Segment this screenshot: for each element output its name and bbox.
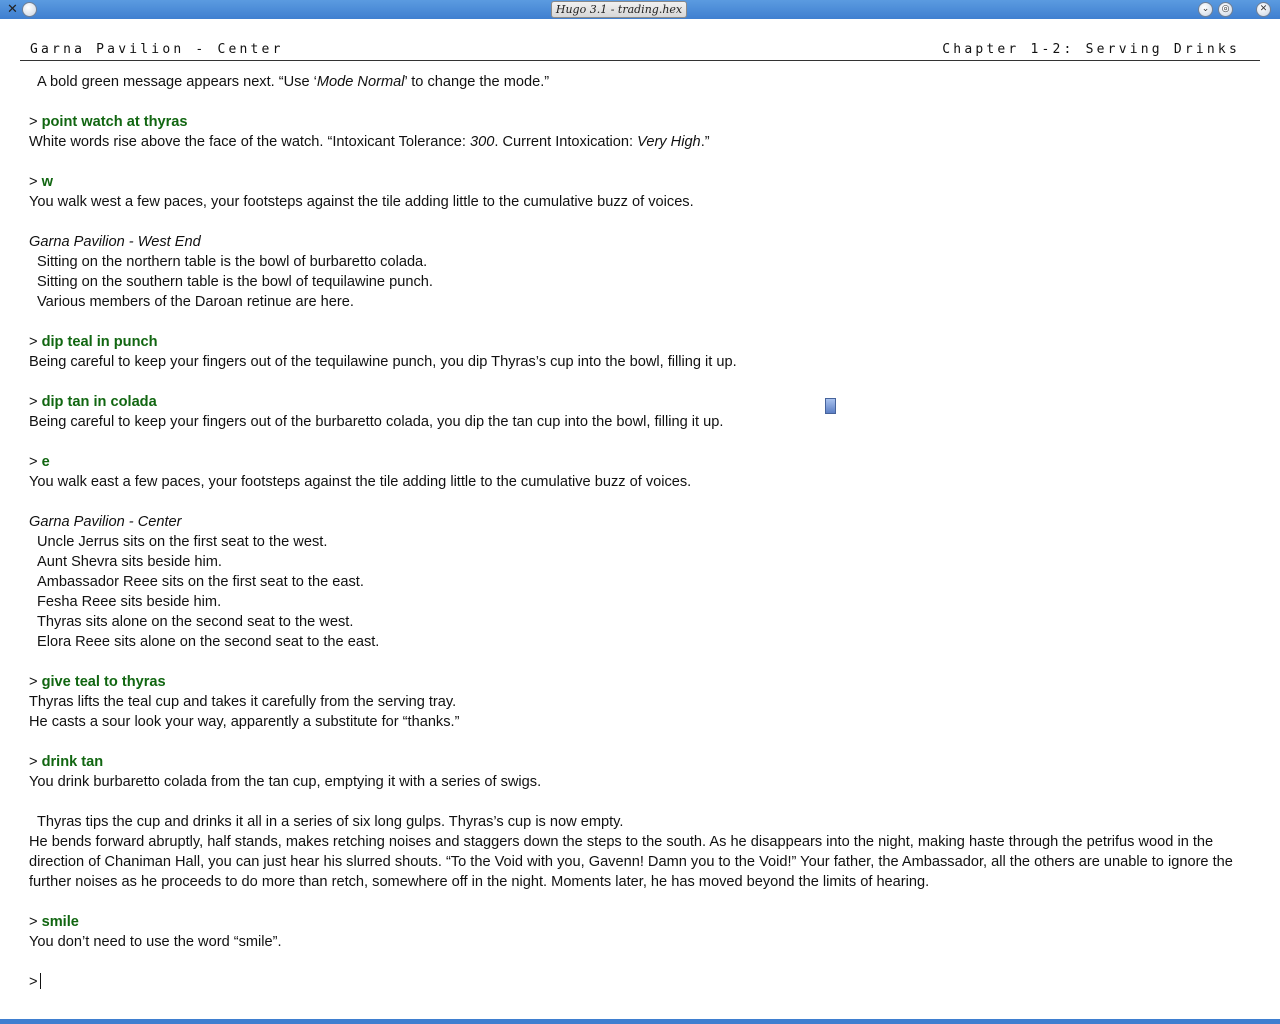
story-text: Thyras tips the cup and drinks it all in… — [37, 814, 624, 830]
story-text: Elora Reee sits alone on the second seat… — [37, 634, 380, 650]
story-text: Ambassador Reee sits on the first seat t… — [37, 574, 364, 590]
maximize-button[interactable]: ◎ — [1218, 2, 1233, 17]
story-text: Being careful to keep your fingers out o… — [29, 414, 724, 430]
status-line: Garna Pavilion - Center Chapter 1-2: Ser… — [30, 42, 1240, 60]
player-command: > drink tan — [29, 752, 1259, 772]
player-command: > give teal to thyras — [29, 672, 1259, 692]
story-text: You walk east a few paces, your footstep… — [29, 474, 692, 490]
command-text: e — [41, 454, 50, 470]
command-text: dip tan in colada — [41, 394, 157, 410]
prompt-symbol: > — [29, 914, 42, 930]
story-text: Being careful to keep your fingers out o… — [29, 354, 737, 370]
story-text: Various members of the Daroan retinue ar… — [37, 294, 354, 310]
bottom-bar — [0, 1019, 1280, 1024]
command-text: give teal to thyras — [41, 674, 166, 690]
chevron-down-icon: ⌄ — [1201, 4, 1210, 14]
command-text: point watch at thyras — [41, 114, 188, 130]
window-icon[interactable] — [825, 398, 836, 414]
story-text: White words rise above the face of the w… — [29, 134, 710, 150]
status-chapter: Chapter 1-2: Serving Drinks — [942, 42, 1240, 57]
minimize-button[interactable]: ⌄ — [1198, 2, 1213, 17]
prompt-symbol: > — [29, 674, 42, 690]
status-location: Garna Pavilion - Center — [30, 42, 284, 57]
prompt-symbol: > — [29, 454, 42, 470]
prompt-symbol: > — [29, 974, 38, 990]
player-command: > dip tan in colada — [29, 392, 1259, 412]
story-text: You don’t need to use the word “smile”. — [29, 934, 282, 950]
prompt-symbol: > — [29, 114, 42, 130]
window-title: Hugo 3.1 - trading.hex — [551, 1, 687, 18]
command-input[interactable]: > — [29, 972, 1259, 992]
x-menu-icon[interactable]: ✕ — [5, 2, 20, 17]
story-text: You walk west a few paces, your footstep… — [29, 194, 694, 210]
story-text: Thyras lifts the teal cup and takes it c… — [29, 694, 457, 710]
game-transcript[interactable]: A bold green message appears next. “Use … — [29, 72, 1259, 992]
circle-icon[interactable] — [22, 2, 37, 17]
player-command: > point watch at thyras — [29, 112, 1259, 132]
player-command: > smile — [29, 912, 1259, 932]
story-text: Fesha Reee sits beside him. — [37, 594, 222, 610]
story-text: You drink burbaretto colada from the tan… — [29, 774, 542, 790]
story-text: He casts a sour look your way, apparentl… — [29, 714, 460, 730]
player-command: > dip teal in punch — [29, 332, 1259, 352]
close-button[interactable]: ✕ — [1256, 2, 1271, 17]
prompt-symbol: > — [29, 754, 42, 770]
gear-circle-icon: ◎ — [1221, 4, 1230, 14]
story-text: Sitting on the northern table is the bow… — [37, 254, 428, 270]
room-heading: Garna Pavilion - West End — [29, 234, 201, 250]
story-text: Sitting on the southern table is the bow… — [37, 274, 433, 290]
close-icon: ✕ — [1259, 4, 1268, 14]
story-text: Thyras sits alone on the second seat to … — [37, 614, 354, 630]
text-cursor — [39, 973, 41, 989]
command-text: smile — [41, 914, 79, 930]
story-text: Uncle Jerrus sits on the first seat to t… — [37, 534, 328, 550]
command-text: drink tan — [41, 754, 104, 770]
status-divider — [20, 60, 1260, 61]
story-text: He bends forward abruptly, half stands, … — [29, 834, 1237, 890]
story-text: A bold green message appears next. “Use … — [37, 74, 550, 90]
command-text: dip teal in punch — [41, 334, 158, 350]
room-heading: Garna Pavilion - Center — [29, 514, 182, 530]
command-text: w — [41, 174, 53, 190]
window-titlebar: ✕ Hugo 3.1 - trading.hex ⌄ ◎ ✕ — [0, 0, 1280, 19]
player-command: > w — [29, 172, 1259, 192]
player-command: > e — [29, 452, 1259, 472]
story-text: Aunt Shevra sits beside him. — [37, 554, 222, 570]
prompt-symbol: > — [29, 394, 42, 410]
prompt-symbol: > — [29, 174, 42, 190]
prompt-symbol: > — [29, 334, 42, 350]
